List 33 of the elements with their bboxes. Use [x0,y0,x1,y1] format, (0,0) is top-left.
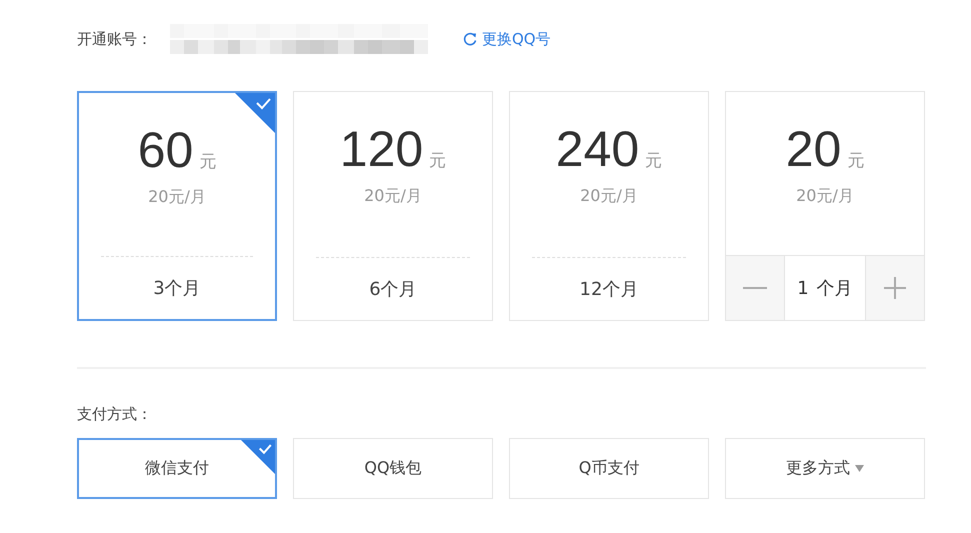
price-amount: 240 [556,124,640,174]
monthly-rate: 20元/月 [796,186,854,207]
monthly-rate: 20元/月 [364,186,422,207]
payment-option[interactable]: QQ钱包 [293,438,493,499]
change-account-link[interactable]: 更换QQ号 [462,30,551,48]
price-amount: 120 [340,124,424,174]
more-methods-dropdown[interactable]: 更多方式 [725,438,925,499]
plan-duration: 12个月 [580,278,638,301]
monthly-rate: 20元/月 [580,186,638,207]
plan-card[interactable]: 240 元 20元/月 12个月 [509,91,709,321]
price-currency: 元 [429,150,446,172]
check-corner-icon [241,440,275,474]
plus-icon [884,277,906,299]
price-currency: 元 [847,150,864,172]
plan-card[interactable]: 120 元 20元/月 6个月 [293,91,493,321]
plan-duration: 6个月 [369,278,417,301]
minus-icon [743,287,767,289]
price-currency: 元 [199,151,216,173]
price-currency: 元 [645,150,662,172]
account-label: 开通账号： [77,30,152,48]
increase-button[interactable] [866,256,924,320]
plan-card[interactable]: 20 元 20元/月 1 个月 [725,91,925,321]
price-amount: 60 [138,125,194,175]
check-corner-icon [235,93,275,133]
plan-duration: 3个月 [153,277,201,300]
refresh-icon [462,31,478,47]
payment-option[interactable]: Q币支付 [509,438,709,499]
caret-icon [855,465,864,472]
price-amount: 20 [786,124,842,174]
payment-label: 支付方式： [77,405,153,424]
payment-option[interactable]: 微信支付 [77,438,277,499]
monthly-rate: 20元/月 [148,187,206,208]
plan-card[interactable]: 60 元 20元/月 3个月 [77,91,277,321]
